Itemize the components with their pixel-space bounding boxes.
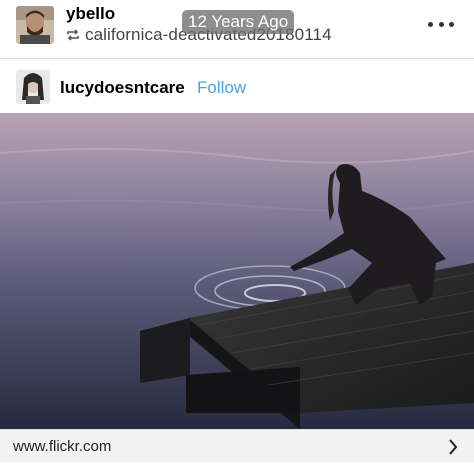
source-avatar[interactable] <box>16 70 50 104</box>
more-options-icon <box>438 21 444 27</box>
user-avatar[interactable] <box>16 6 54 44</box>
more-options-button[interactable] <box>428 16 454 32</box>
post-photo[interactable] <box>0 113 474 429</box>
header-divider <box>0 58 474 59</box>
follow-button[interactable]: Follow <box>197 78 246 98</box>
timestamp-badge: 12 Years Ago <box>182 10 295 34</box>
chevron-right-icon <box>448 439 458 455</box>
post-username[interactable]: ybello <box>66 4 115 24</box>
link-url[interactable]: www.flickr.com <box>13 438 111 455</box>
more-options-icon <box>428 21 433 27</box>
reblog-icon <box>66 28 80 42</box>
source-row: lucydoesntcare Follow <box>0 60 474 112</box>
more-options-icon <box>449 21 454 27</box>
link-bar[interactable]: www.flickr.com <box>0 429 474 462</box>
source-username[interactable]: lucydoesntcare <box>60 78 185 98</box>
post-header: ybello californica-deactivated20180114 1… <box>0 0 474 58</box>
